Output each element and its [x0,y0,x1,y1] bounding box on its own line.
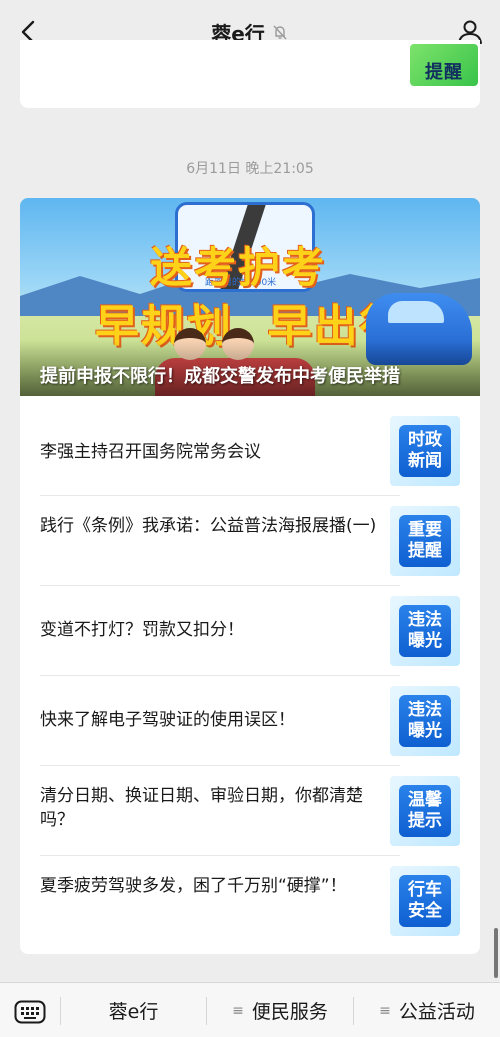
article-badge-thumbnail: 温馨提示 [390,776,460,846]
submenu-icon: ≡ [379,1002,391,1019]
menu-item-label: 公益活动 [398,1001,475,1023]
article-title: 李强主持召开国务院常务会议 [40,442,261,462]
article-item[interactable]: 清分日期、换证日期、审验日期，你都清楚吗？ 温馨提示 [40,766,460,856]
menu-item-label: 便民服务 [251,1001,328,1023]
article-badge-thumbnail: 时政新闻 [390,416,460,486]
headline-banner[interactable]: 距离目的地900米 送考护考 早规划 早出行 提前申报不限行！成都交警发布中考便… [20,198,480,396]
previous-article-thumbnail[interactable]: 提醒 [410,44,478,86]
submenu-icon: ≡ [232,1002,244,1019]
bottom-menu-bar: 蓉e行 ≡ 便民服务 ≡ 公益活动 [0,982,500,1037]
menu-item-convenience-services[interactable]: ≡ 便民服务 [207,983,353,1037]
menu-item-label: 蓉e行 [108,1001,159,1023]
article-title: 践行《条例》我承诺：公益普法海报展播(一) [40,516,377,536]
message-timestamp: 6月11日 晚上21:05 [186,161,314,177]
scrollbar[interactable] [494,928,498,978]
article-title: 清分日期、换证日期、审验日期，你都清楚吗？ [40,786,363,830]
bell-muted-icon [273,25,287,40]
article-badge-thumbnail: 行车安全 [390,866,460,936]
menu-item-rongexing[interactable]: 蓉e行 [61,983,206,1037]
article-badge-thumbnail: 违法曝光 [390,596,460,666]
article-item[interactable]: 李强主持召开国务院常务会议 时政新闻 [40,406,460,496]
banner-slogan-line1: 送考护考 [150,243,327,292]
article-card: 距离目的地900米 送考护考 早规划 早出行 提前申报不限行！成都交警发布中考便… [20,198,480,954]
article-item[interactable]: 践行《条例》我承诺：公益普法海报展播(一) 重要提醒 [40,496,460,586]
banner-caption-text: 提前申报不限行！成都交警发布中考便民举措 [40,366,400,387]
article-item[interactable]: 变道不打灯？罚款又扣分！ 违法曝光 [40,586,460,676]
banner-caption: 提前申报不限行！成都交警发布中考便民举措 [20,340,480,396]
thumbnail-text: 提醒 [425,62,463,83]
keyboard-icon [14,1000,46,1024]
article-badge-thumbnail: 违法曝光 [390,686,460,756]
article-item[interactable]: 快来了解电子驾驶证的使用误区！ 违法曝光 [40,676,460,766]
article-badge-thumbnail: 重要提醒 [390,506,460,576]
keyboard-toggle-button[interactable] [14,1000,46,1024]
article-title: 夏季疲劳驾驶多发，困了千万别“硬撑”！ [40,876,347,896]
article-item[interactable]: 夏季疲劳驾驶多发，困了千万别“硬撑”！ 行车安全 [40,856,460,946]
article-title: 变道不打灯？罚款又扣分！ [40,620,244,640]
menu-item-public-welfare[interactable]: ≡ 公益活动 [354,983,500,1037]
article-title: 快来了解电子驾驶证的使用误区！ [40,710,295,730]
